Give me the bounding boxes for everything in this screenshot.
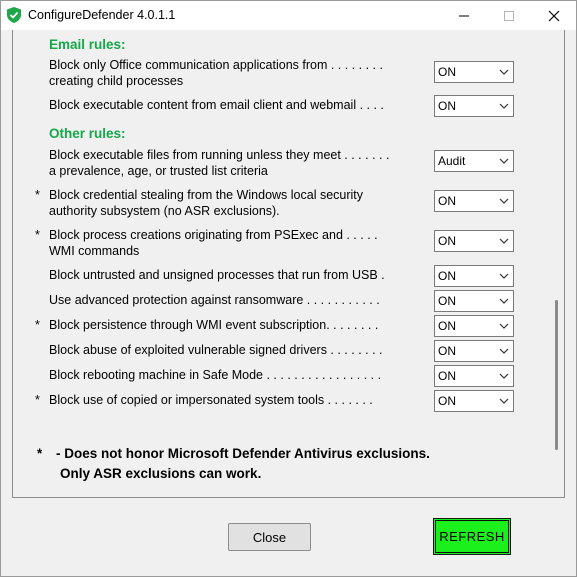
chevron-down-icon <box>499 198 509 204</box>
section-email-rules: Email rules: <box>49 37 126 52</box>
window-title: ConfigureDefender 4.0.1.1 <box>28 8 176 22</box>
rules-panel[interactable]: Email rules: Block only Office communica… <box>12 30 565 498</box>
rule-setting-dropdown[interactable]: ON <box>434 290 514 312</box>
footnote-line-1: * - Does not honor Microsoft Defender An… <box>37 444 430 464</box>
close-window-button[interactable] <box>531 1 577 30</box>
rule-text-line: Block use of copied or impersonated syst… <box>49 393 373 407</box>
configure-defender-window: ConfigureDefender 4.0.1.1 Email rules: B… <box>0 0 577 577</box>
footnote-star: * <box>37 446 43 461</box>
rule-text-line: Block persistence through WMI event subs… <box>49 318 379 332</box>
chevron-down-icon <box>499 298 509 304</box>
refresh-button[interactable]: REFRESH <box>433 518 511 555</box>
asr-exclusion-star: * <box>35 188 40 202</box>
rule-setting-dropdown[interactable]: ON <box>434 315 514 337</box>
rule-text-line: Block credential stealing from the Windo… <box>49 188 364 202</box>
maximize-button <box>486 1 532 30</box>
rule-label: Block only Office communication applicat… <box>49 57 419 89</box>
dropdown-value: Audit <box>438 154 466 168</box>
dropdown-value: ON <box>438 65 456 79</box>
dropdown-value: ON <box>438 369 456 383</box>
dropdown-value: ON <box>438 294 456 308</box>
minimize-button[interactable] <box>441 1 487 30</box>
footnote-text: - Does not honor Microsoft Defender Anti… <box>56 446 430 461</box>
close-icon <box>548 10 560 21</box>
rule-label: Block executable content from email clie… <box>49 97 419 113</box>
rule-text-line: Block abuse of exploited vulnerable sign… <box>49 343 383 357</box>
rule-text-line: Block untrusted and unsigned processes t… <box>49 268 385 282</box>
rule-text-line: Block rebooting machine in Safe Mode . .… <box>49 368 382 382</box>
rule-text-line: authority subsystem (no ASR exclusions). <box>49 204 280 218</box>
rule-text-line: Block process creations originating from… <box>49 228 378 242</box>
dropdown-value: ON <box>438 99 456 113</box>
title-bar: ConfigureDefender 4.0.1.1 <box>1 1 576 30</box>
minimize-icon <box>459 15 469 16</box>
rule-text-line: Block executable files from running unle… <box>49 148 390 162</box>
rule-setting-dropdown[interactable]: ON <box>434 365 514 387</box>
rule-label: Block credential stealing from the Windo… <box>49 187 419 219</box>
rule-setting-dropdown[interactable]: ON <box>434 265 514 287</box>
rule-label: Block abuse of exploited vulnerable sign… <box>49 342 419 358</box>
rule-setting-dropdown[interactable]: ON <box>434 95 514 117</box>
asr-exclusion-star: * <box>35 228 40 242</box>
close-button[interactable]: Close <box>228 523 311 551</box>
rule-label: Block executable files from running unle… <box>49 147 419 179</box>
footnote-line-2: Only ASR exclusions can work. <box>60 466 262 481</box>
rule-text-line: Block executable content from email clie… <box>49 98 384 112</box>
maximize-icon <box>504 10 514 21</box>
rule-label: Block persistence through WMI event subs… <box>49 317 419 333</box>
chevron-down-icon <box>499 398 509 404</box>
asr-exclusion-star: * <box>35 318 40 332</box>
rule-setting-dropdown[interactable]: Audit <box>434 150 514 172</box>
dropdown-value: ON <box>438 194 456 208</box>
rule-text-line: Block only Office communication applicat… <box>49 58 383 72</box>
rule-text-line: WMI commands <box>49 244 140 258</box>
dropdown-value: ON <box>438 234 456 248</box>
chevron-down-icon <box>499 238 509 244</box>
chevron-down-icon <box>499 373 509 379</box>
dropdown-value: ON <box>438 269 456 283</box>
rule-label: Block use of copied or impersonated syst… <box>49 392 419 408</box>
dropdown-value: ON <box>438 394 456 408</box>
chevron-down-icon <box>499 348 509 354</box>
rule-label: Use advanced protection against ransomwa… <box>49 292 419 308</box>
chevron-down-icon <box>499 158 509 164</box>
rule-setting-dropdown[interactable]: ON <box>434 390 514 412</box>
chevron-down-icon <box>499 103 509 109</box>
chevron-down-icon <box>499 69 509 75</box>
rule-label: Block untrusted and unsigned processes t… <box>49 267 419 283</box>
dropdown-value: ON <box>438 319 456 333</box>
dropdown-value: ON <box>438 344 456 358</box>
rule-setting-dropdown[interactable]: ON <box>434 61 514 83</box>
rule-setting-dropdown[interactable]: ON <box>434 190 514 212</box>
asr-exclusion-star: * <box>35 393 40 407</box>
rule-label: Block rebooting machine in Safe Mode . .… <box>49 367 419 383</box>
rule-setting-dropdown[interactable]: ON <box>434 230 514 252</box>
chevron-down-icon <box>499 273 509 279</box>
rule-text-line: creating child processes <box>49 74 184 88</box>
rule-label: Block process creations originating from… <box>49 227 419 259</box>
rule-setting-dropdown[interactable]: ON <box>434 340 514 362</box>
rule-text-line: a prevalence, age, or trusted list crite… <box>49 164 268 178</box>
shield-icon <box>7 7 21 23</box>
scrollbar-thumb[interactable] <box>555 300 558 450</box>
rule-text-line: Use advanced protection against ransomwa… <box>49 293 380 307</box>
section-other-rules: Other rules: <box>49 126 126 141</box>
chevron-down-icon <box>499 323 509 329</box>
